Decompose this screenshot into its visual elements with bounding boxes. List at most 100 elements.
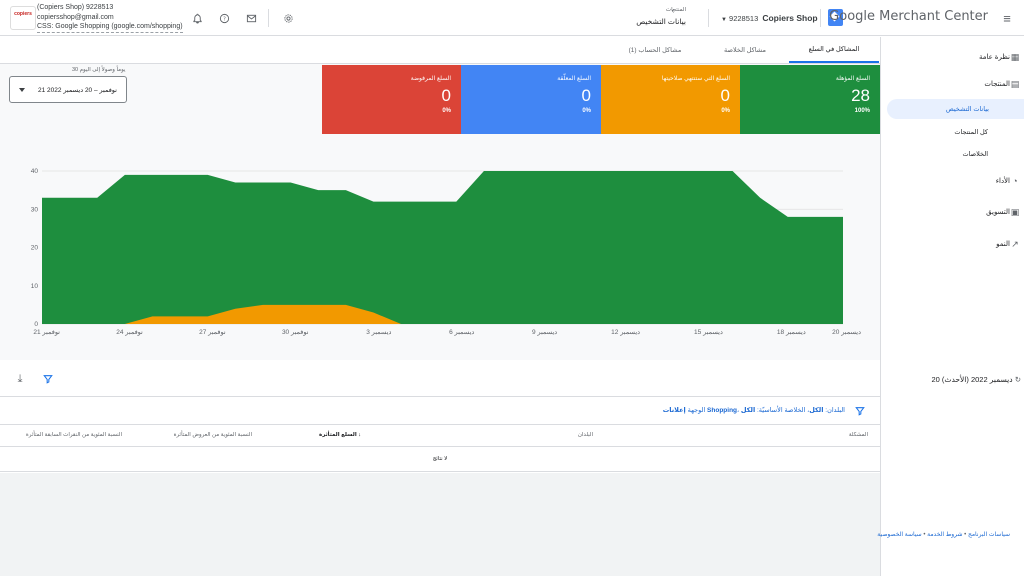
tab-bar: المشاكل في السلع مشاكل الخلاصة مشاكل الح… — [0, 37, 880, 64]
y-tick-label: 20 — [31, 245, 39, 252]
column-header-impressions[interactable]: النسبة المئوية من العروض المتأثرة — [174, 432, 252, 438]
sidebar-item-label: بيانات التشخيص — [945, 106, 989, 113]
empty-table-message: لا نتائج — [0, 447, 880, 472]
sidebar-item-overview[interactable]: نظرة عامة ▦ — [880, 47, 1024, 67]
footer-area — [0, 473, 880, 576]
account-selector-name: Copiers Shop — [762, 13, 818, 23]
x-tick-label: 9 ديسمبر — [532, 329, 557, 336]
date-range-label: 30 يوماً وصولاً إلى اليوم — [70, 67, 128, 73]
card-expiring[interactable]: السلع التي ستنتهي صلاحيتها 0 0% — [601, 65, 740, 134]
sidebar-item-all-products[interactable]: كل المنتجات — [880, 122, 1024, 142]
x-tick-label: 20 ديسمبر — [832, 329, 861, 336]
account-info[interactable]: (Copiers Shop) 9228513 copiersshop@gmail… — [37, 3, 183, 33]
filter-icon[interactable] — [854, 405, 866, 417]
program-policies-link[interactable]: سياسات البرنامج — [968, 532, 1010, 538]
table-toolbar: ⤓ — [0, 361, 880, 397]
sidebar-item-products[interactable]: المنتجات ▤ — [880, 74, 1024, 94]
item-status-chart: 0 10 20 30 40 21 نوفمبر 24 نوفمبر 27 نوفمبر 30 ن… — [31, 168, 861, 336]
active-filters[interactable]: الوجهة إعلانات Shopping، البلدان: الكل، … — [663, 406, 845, 414]
y-tick-label: 0 — [34, 321, 38, 328]
x-tick-label: 30 نوفمبر — [282, 329, 309, 336]
mail-icon[interactable] — [244, 11, 258, 25]
divider — [708, 9, 709, 27]
tab-account-issues[interactable]: مشاكل الحساب (1) — [610, 37, 700, 63]
date-range-value: 21 نوفمبر – 20 ديسمبر 2022 — [38, 86, 117, 94]
sidebar-item-diagnostics[interactable]: بيانات التشخيص — [887, 99, 1024, 119]
y-tick-label: 30 — [31, 206, 39, 213]
x-tick-label: 6 ديسمبر — [449, 329, 474, 336]
terms-link[interactable]: شروط الخدمة — [927, 532, 962, 538]
card-percent: 0% — [442, 108, 451, 114]
card-eligible[interactable]: السلع المؤهلة 28 100% — [740, 65, 880, 134]
tab-item-issues[interactable]: المشاكل في السلع — [789, 37, 879, 63]
help-icon[interactable]: ? — [217, 11, 231, 25]
sidebar-item-label: التسويق — [986, 209, 1010, 216]
y-tick-label: 10 — [31, 283, 39, 290]
sidebar-item-performance[interactable]: الأداء ◔ — [880, 171, 1024, 191]
sidebar-item-feeds[interactable]: الخلاصات — [880, 144, 1024, 164]
download-icon[interactable]: ⤓ — [13, 372, 27, 386]
account-email: copiersshop@gmail.com — [37, 13, 114, 21]
privacy-link[interactable]: سياسة الخصوصية — [877, 532, 921, 538]
filter-separator: ، الخلاصة الأساسيّة: — [755, 407, 810, 414]
sidebar-item-label: كل المنتجات — [954, 129, 988, 136]
card-percent: 0% — [721, 108, 730, 114]
x-tick-label: 12 ديسمبر — [611, 329, 640, 336]
card-disapproved[interactable]: السلع المرفوضة 0 0% — [322, 65, 461, 134]
card-value: 0 — [720, 86, 730, 105]
account-selector[interactable]: ▼ 9228513 Copiers Shop — [721, 13, 818, 23]
performance-icon: ◔ — [1012, 176, 1018, 186]
bell-icon[interactable] — [190, 11, 204, 25]
table-header: المشكلة البلدان السلع المتأثرة ↓ النسبة … — [0, 425, 880, 447]
series-eligible-area — [42, 171, 843, 324]
column-header-label: السلع المتأثرة — [318, 432, 357, 438]
card-percent: 0% — [582, 108, 591, 114]
sidebar-item-label: الأداء — [995, 178, 1010, 185]
x-tick-label: 27 نوفمبر — [199, 329, 226, 336]
card-value: 0 — [581, 86, 591, 105]
filter-prefix: الوجهة — [685, 407, 706, 414]
card-percent: 100% — [854, 108, 870, 114]
column-header-issue[interactable]: المشكلة — [849, 432, 868, 438]
snapshot-date[interactable]: 20 ديسمبر 2022 (الأحدث) ↻ — [931, 375, 1021, 384]
filter-countries: الكل — [809, 407, 824, 414]
growth-icon: ↗ — [1011, 239, 1019, 249]
sidebar-item-label: نظرة عامة — [979, 54, 1010, 61]
marketing-icon: ▣ — [1010, 207, 1020, 217]
breadcrumb-parent[interactable]: المنتجات — [666, 7, 686, 13]
sidebar-item-label: النمو — [996, 241, 1010, 248]
card-value: 28 — [851, 86, 870, 105]
card-pending[interactable]: السلع المعلّقة 0 0% — [461, 65, 601, 134]
snapshot-date-value: 20 ديسمبر 2022 (الأحدث) — [931, 375, 1013, 384]
date-range-picker[interactable]: 21 نوفمبر – 20 ديسمبر 2022 — [9, 76, 127, 103]
menu-icon[interactable]: ≡ — [1000, 11, 1014, 26]
column-header-clicks[interactable]: النسبة المئوية من النقرات السابقة المتأث… — [26, 432, 122, 438]
x-tick-label: 15 ديسمبر — [694, 329, 723, 336]
sidebar-item-label: الخلاصات — [962, 151, 988, 158]
account-selector-id: 9228513 — [729, 14, 759, 23]
tab-feed-issues[interactable]: مشاكل الخلاصة — [700, 37, 790, 63]
filter-feed: الكل — [740, 407, 756, 414]
filter-icon[interactable] — [41, 372, 55, 386]
divider — [268, 9, 269, 27]
svg-text:?: ? — [223, 16, 226, 22]
sidebar-item-growth[interactable]: النمو ↗ — [880, 234, 1024, 254]
card-title: السلع المعلّقة — [557, 76, 591, 82]
caret-down-icon — [19, 88, 25, 92]
page-title: بيانات التشخيص — [636, 17, 686, 26]
column-header-countries[interactable]: البلدان — [578, 432, 593, 438]
sidebar-item-marketing[interactable]: التسويق ▣ — [880, 202, 1024, 222]
filter-row: الوجهة إعلانات Shopping، البلدان: الكل، … — [0, 397, 880, 425]
css-line[interactable]: CSS: Google Shopping (google.com/shoppin… — [37, 22, 183, 33]
products-icon: ▤ — [1010, 79, 1020, 89]
arrow-down-icon: ↓ — [358, 432, 361, 438]
gear-icon[interactable] — [281, 11, 295, 25]
x-tick-label: 18 ديسمبر — [777, 329, 806, 336]
x-tick-label: 24 نوفمبر — [116, 329, 143, 336]
caret-down-icon: ▼ — [721, 17, 727, 23]
refresh-icon: ↻ — [1014, 375, 1021, 384]
footer-links: سياسات البرنامج • شروط الخدمة • سياسة ال… — [877, 531, 1010, 538]
card-title: السلع المؤهلة — [835, 76, 870, 82]
card-value: 0 — [441, 86, 451, 105]
column-header-affected-items[interactable]: السلع المتأثرة ↓ — [319, 432, 361, 438]
